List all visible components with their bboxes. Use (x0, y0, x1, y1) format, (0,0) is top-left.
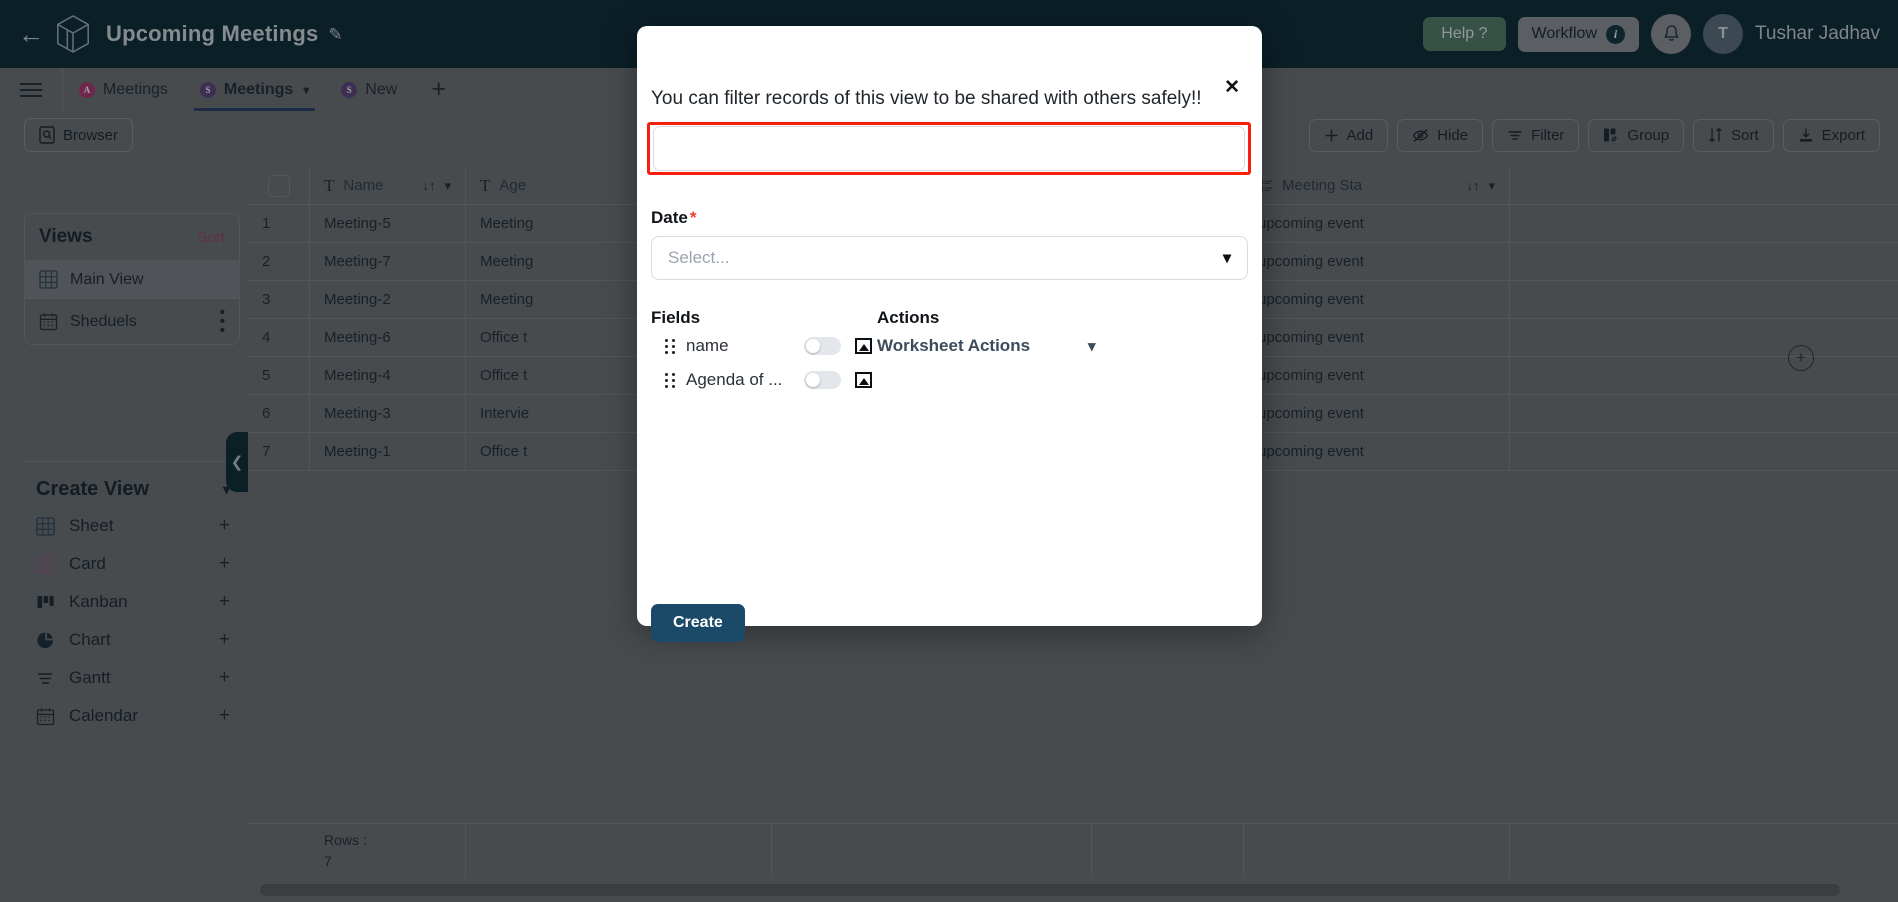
fields-section-title: Fields (651, 308, 701, 327)
chevron-down-icon[interactable]: ▾ (1223, 248, 1231, 268)
worksheet-actions-label: Worksheet Actions (877, 336, 1031, 355)
image-icon[interactable] (855, 338, 872, 354)
date-label-text: Date (651, 208, 688, 227)
field-row-agenda: Agenda of ... (665, 370, 872, 390)
create-button[interactable]: Create (651, 604, 745, 642)
actions-section-title: Actions (877, 308, 940, 327)
field-label: name (686, 336, 729, 355)
drag-handle-icon[interactable] (665, 372, 677, 388)
field-visibility-toggle[interactable] (804, 371, 841, 389)
create-shared-view-modal: ✕ You can filter records of this view to… (637, 26, 1262, 642)
field-visibility-toggle[interactable] (804, 337, 841, 355)
field-label: Agenda of ... (686, 370, 783, 389)
app-root: ← Upcoming Meetings ✎ Help ? Workflow i … (0, 0, 1898, 902)
modal-heading: You can filter records of this view to b… (651, 88, 1202, 109)
required-indicator: * (689, 208, 697, 227)
date-field-label: Date * (651, 208, 696, 228)
worksheet-actions-dropdown[interactable]: Worksheet Actions ▾ (877, 336, 1096, 356)
drag-handle-icon[interactable] (665, 338, 677, 354)
image-icon[interactable] (855, 372, 872, 388)
view-title-input[interactable] (653, 126, 1245, 171)
field-row-name: name (665, 336, 872, 356)
date-select-placeholder: Select... (668, 248, 730, 267)
title-input-highlight (647, 122, 1251, 175)
chevron-down-icon[interactable]: ▾ (1088, 337, 1096, 355)
date-select-dropdown[interactable]: Select... ▾ (651, 236, 1248, 280)
